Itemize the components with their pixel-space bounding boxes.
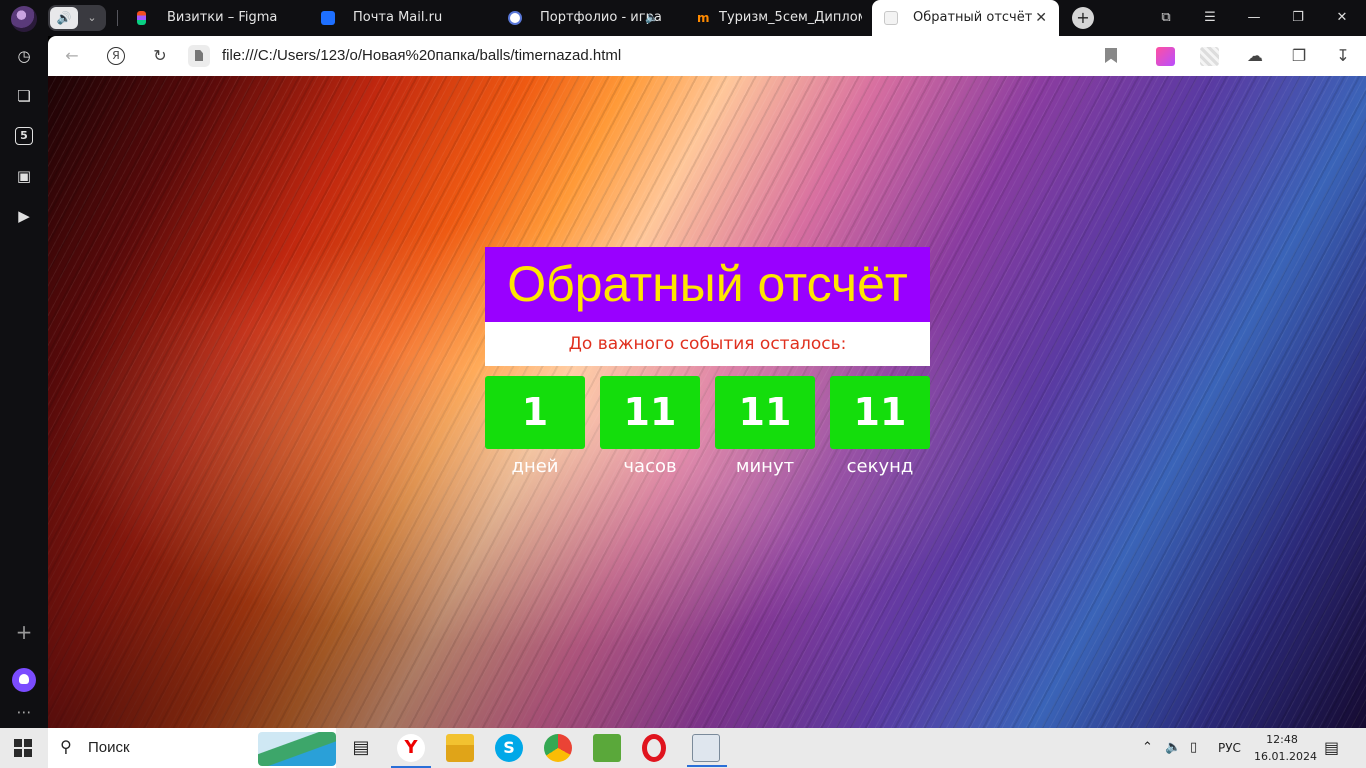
clock-date: 16.01.2024 bbox=[1254, 750, 1317, 763]
chart-app-icon[interactable] bbox=[593, 734, 621, 762]
more-icon[interactable]: ⋯ bbox=[12, 700, 36, 724]
tab-count-badge[interactable]: 5 bbox=[15, 127, 33, 145]
countdown-seconds: 11 секунд bbox=[830, 376, 930, 477]
browser-sidebar: ◷ ❏ 5 ▣ ▶ + ⋯ bbox=[0, 36, 48, 728]
tab-tourism[interactable]: m Туризм_5сем_Дипломна bbox=[697, 0, 862, 36]
reload-button[interactable]: ↻ bbox=[148, 44, 172, 68]
chevron-down-icon[interactable]: ⌄ bbox=[82, 7, 102, 29]
tab-countdown-active[interactable]: Обратный отсчёт ✕ bbox=[872, 0, 1059, 36]
hours-value: 11 bbox=[600, 376, 700, 449]
profile-avatar[interactable] bbox=[11, 6, 37, 32]
task-view-icon[interactable]: ▤ bbox=[347, 734, 375, 762]
downloads-icon[interactable]: ↧ bbox=[1331, 44, 1355, 68]
tab-figma[interactable]: Визитки – Figma bbox=[135, 0, 305, 36]
battery-icon[interactable]: ▯ bbox=[1190, 728, 1197, 768]
countdown-widget: Обратный отсчёт До важного события остал… bbox=[485, 247, 930, 486]
tab-label: Визитки – Figma bbox=[167, 10, 278, 25]
tab-label: Почта Mail.ru bbox=[353, 10, 443, 25]
minutes-value: 11 bbox=[715, 376, 815, 449]
back-button[interactable]: ← bbox=[60, 44, 84, 68]
extension-icon[interactable] bbox=[1200, 47, 1219, 66]
cloud-download-icon[interactable]: ☁ bbox=[1243, 44, 1267, 68]
yandex-browser-icon[interactable]: Y bbox=[391, 734, 431, 768]
page-viewport: Обратный отсчёт До важного события остал… bbox=[48, 76, 1366, 728]
days-value: 1 bbox=[485, 376, 585, 449]
history-icon[interactable]: ◷ bbox=[12, 44, 36, 68]
search-highlight-image bbox=[258, 732, 336, 766]
bookmark-icon[interactable] bbox=[1105, 48, 1117, 63]
video-player-icon[interactable]: ▶ bbox=[12, 204, 36, 228]
close-window-button[interactable]: ✕ bbox=[1320, 0, 1364, 36]
countdown-hours: 11 часов bbox=[600, 376, 700, 477]
minutes-label: минут bbox=[735, 456, 795, 477]
globe-icon bbox=[508, 11, 522, 25]
countdown-title: Обратный отсчёт bbox=[485, 247, 930, 322]
extensions-icon[interactable]: ❐ bbox=[1287, 44, 1311, 68]
chrome-icon[interactable] bbox=[544, 734, 572, 762]
navigation-bar: ← Я ↻ file:///C:/Users/123/o/Новая%20пап… bbox=[48, 36, 1366, 76]
countdown-subtitle: До важного события осталось: bbox=[485, 322, 930, 366]
minimize-button[interactable]: — bbox=[1232, 0, 1276, 36]
figma-icon bbox=[137, 11, 146, 25]
close-tab-icon[interactable]: ✕ bbox=[1035, 0, 1047, 36]
windows-start-icon[interactable] bbox=[14, 739, 32, 757]
taskbar-search[interactable]: ⚲ Поиск bbox=[48, 728, 336, 768]
document-icon bbox=[884, 11, 898, 25]
seconds-value: 11 bbox=[830, 376, 930, 449]
notifications-icon[interactable]: ▤ bbox=[1324, 728, 1339, 768]
alice-assistant-icon[interactable] bbox=[12, 668, 36, 692]
countdown-cells: 1 дней 11 часов 11 минут 11 секунд bbox=[485, 376, 930, 486]
tab-label: Обратный отсчёт bbox=[913, 10, 1033, 25]
tab-portfolio[interactable]: Портфолио - игра 🔈 bbox=[508, 0, 678, 36]
countdown-days: 1 дней bbox=[485, 376, 585, 477]
chevron-up-icon[interactable]: ⌃ bbox=[1142, 728, 1153, 768]
screenshot-icon[interactable]: ▣ bbox=[12, 164, 36, 188]
file-explorer-icon[interactable] bbox=[446, 734, 474, 762]
speaker-icon[interactable]: 🔊 bbox=[50, 7, 78, 29]
notepad-icon[interactable] bbox=[687, 734, 727, 767]
skype-icon[interactable]: S bbox=[495, 734, 523, 762]
search-placeholder: Поиск bbox=[88, 739, 130, 756]
tilda-icon: m bbox=[697, 11, 710, 25]
days-label: дней bbox=[511, 456, 559, 477]
yandex-button[interactable]: Я bbox=[107, 47, 125, 65]
volume-icon[interactable]: 🔈 bbox=[1165, 728, 1181, 768]
countdown-minutes: 11 минут bbox=[715, 376, 815, 477]
mail-icon bbox=[321, 11, 335, 25]
tab-mail[interactable]: Почта Mail.ru bbox=[321, 0, 491, 36]
clock-time: 12:48 bbox=[1266, 733, 1298, 746]
tab-label: Туризм_5сем_Дипломна bbox=[719, 10, 862, 25]
search-icon: ⚲ bbox=[60, 737, 72, 756]
taskbar-clock[interactable]: 12:48 16.01.2024 bbox=[1254, 731, 1317, 765]
menu-icon[interactable]: ☰ bbox=[1188, 0, 1232, 36]
collections-icon[interactable]: ❏ bbox=[12, 84, 36, 108]
add-panel-icon[interactable]: + bbox=[12, 620, 36, 644]
address-bar[interactable]: file:///C:/Users/123/o/Новая%20папка/bal… bbox=[222, 36, 621, 76]
tab-strip: 🔊 ⌄ Визитки – Figma Почта Mail.ru Портфо… bbox=[0, 0, 1366, 36]
tab-audio-icon: 🔈 bbox=[645, 11, 659, 24]
tab-divider bbox=[117, 10, 118, 26]
extension-icon[interactable] bbox=[1156, 47, 1175, 66]
file-icon[interactable] bbox=[188, 45, 210, 67]
new-tab-button[interactable]: + bbox=[1072, 7, 1094, 29]
seconds-label: секунд bbox=[846, 456, 914, 477]
tab-label: Портфолио - игра bbox=[540, 10, 662, 25]
hours-label: часов bbox=[623, 456, 677, 477]
tabs-manager-icon[interactable]: ⧉ bbox=[1144, 0, 1188, 36]
opera-icon[interactable] bbox=[642, 734, 666, 762]
restore-button[interactable]: ❐ bbox=[1276, 0, 1320, 36]
taskbar: ⚲ Поиск ▤ Y S ⌃ 🔈 ▯ РУС 12:48 16.01.2024… bbox=[0, 728, 1366, 768]
language-indicator[interactable]: РУС bbox=[1218, 728, 1241, 768]
tab-audio-group[interactable]: 🔊 ⌄ bbox=[48, 5, 106, 31]
